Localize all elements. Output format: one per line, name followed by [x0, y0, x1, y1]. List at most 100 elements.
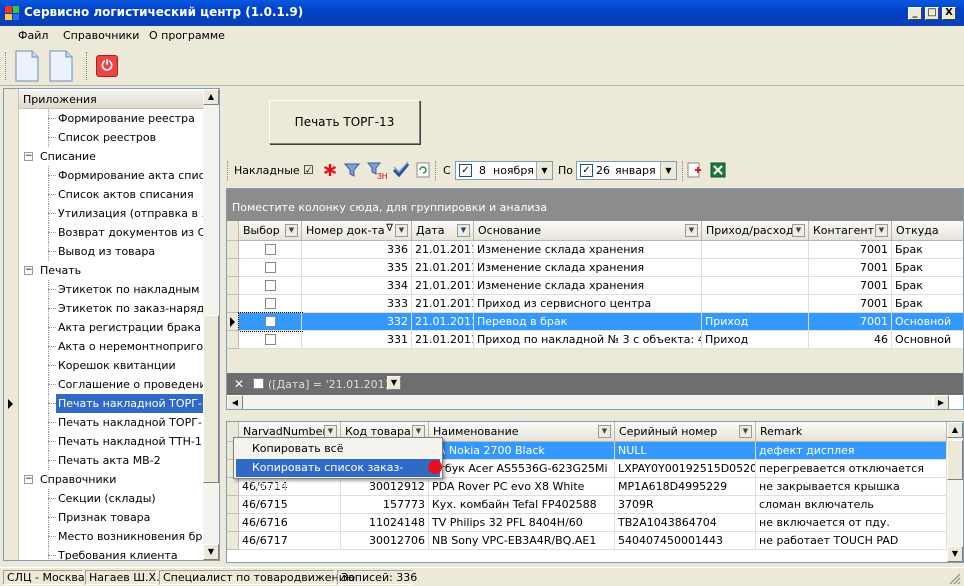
tree-item[interactable]: Печать накладной ТТН-1	[56, 432, 203, 451]
row-indicator[interactable]	[227, 478, 239, 496]
tree-item[interactable]: Печать	[38, 261, 203, 280]
row-checkbox[interactable]	[265, 244, 276, 255]
column-header[interactable]: Номер док-та ▼ ∇	[302, 221, 412, 241]
tree-item[interactable]: Справочники	[38, 470, 203, 489]
chevron-down-icon[interactable]: ▼	[285, 224, 298, 237]
row-indicator[interactable]	[227, 514, 239, 532]
row-indicator[interactable]	[227, 295, 239, 313]
row-checkbox[interactable]	[265, 262, 276, 273]
tree-item[interactable]: Этикеток по заказ-нарядам	[56, 299, 203, 318]
chevron-down-icon[interactable]: ▼	[598, 425, 611, 438]
row-checkbox[interactable]	[265, 298, 276, 309]
tree-item[interactable]: Этикеток по накладным	[56, 280, 203, 299]
tree-item[interactable]: Список реестров	[56, 128, 203, 147]
chevron-down-icon[interactable]: ▼	[387, 376, 401, 390]
tree-item[interactable]: Признак товара	[56, 508, 203, 527]
chevron-down-icon[interactable]: ▼	[536, 162, 552, 179]
menu-copy-all[interactable]: Копировать всё	[236, 440, 440, 458]
filter-icon[interactable]	[344, 162, 360, 178]
collapse-icon[interactable]: −	[24, 475, 33, 484]
tree-item[interactable]: Соглашение о проведени...	[56, 375, 203, 394]
tree-item[interactable]: Список актов списания	[56, 185, 203, 204]
select-cell[interactable]	[238, 312, 303, 332]
tree-item[interactable]: Акта о неремонтнопригo...	[56, 337, 203, 356]
resize-grip-icon[interactable]	[948, 572, 961, 585]
top-grid-hscrollbar[interactable]: ◀ ▶	[227, 395, 949, 409]
tree-scrollbar[interactable]: ▲ ▼	[203, 89, 219, 560]
tree-item[interactable]: Формирование реестра	[56, 109, 203, 128]
refresh-icon[interactable]	[416, 162, 430, 178]
collapse-icon[interactable]: −	[24, 266, 33, 275]
tree-item[interactable]: Место возникновения бр...	[56, 527, 203, 546]
tree-item[interactable]: Корешок квитанции	[56, 356, 203, 375]
tree-item[interactable]: Вывод из товара	[56, 242, 203, 261]
column-header[interactable]: Дата ▼	[412, 221, 474, 241]
select-cell[interactable]	[239, 331, 302, 349]
scroll-thumb[interactable]	[947, 440, 963, 480]
scroll-up-button[interactable]: ▲	[947, 422, 963, 438]
row-indicator[interactable]	[227, 259, 239, 277]
group-by-panel[interactable]: Поместите колонку сюда, для группировки …	[227, 189, 963, 221]
collapse-icon[interactable]: −	[24, 152, 33, 161]
chevron-down-icon[interactable]: ▼	[739, 425, 752, 438]
chevron-down-icon[interactable]: ▼	[792, 224, 805, 237]
menu-file[interactable]: Файл	[18, 29, 48, 42]
new-document-icon[interactable]	[14, 50, 40, 82]
power-icon[interactable]: ⏻	[96, 55, 118, 77]
close-filter-icon[interactable]: ✕	[234, 377, 244, 391]
tree-item[interactable]: Печать накладной ТОРГ-13	[56, 394, 203, 413]
tree-item[interactable]: Печать акта МВ-2	[56, 451, 203, 470]
chevron-down-icon[interactable]: ▼	[395, 224, 408, 237]
filterbar-grip[interactable]	[227, 161, 230, 181]
chevron-down-icon[interactable]: ▼	[457, 224, 470, 237]
date-to-checkbox[interactable]: ✓	[580, 164, 593, 177]
scroll-right-button[interactable]: ▶	[933, 395, 949, 409]
date-to-picker[interactable]: ✓ 26 января ▼	[576, 161, 677, 180]
tree-item[interactable]: Формирование акта спис...	[56, 166, 203, 185]
scroll-down-button[interactable]: ▼	[203, 544, 219, 560]
sort-descending-icon[interactable]: ∇	[386, 223, 393, 234]
minimize-button[interactable]: _	[908, 7, 922, 20]
row-indicator[interactable]	[227, 331, 239, 349]
tree-item[interactable]: Возврат документов из С...	[56, 223, 203, 242]
row-indicator[interactable]	[227, 496, 239, 514]
menu-about[interactable]: О программе	[149, 29, 225, 42]
row-indicator[interactable]	[227, 313, 239, 331]
excel-icon[interactable]	[710, 162, 726, 178]
row-checkbox[interactable]	[265, 334, 276, 345]
row-indicator[interactable]	[227, 532, 239, 550]
scroll-up-button[interactable]: ▲	[203, 89, 219, 105]
column-header[interactable]: Откуда	[892, 221, 963, 241]
tree-item[interactable]: Утилизация (отправка в ...	[56, 204, 203, 223]
date-from-checkbox[interactable]: ✓	[459, 164, 472, 177]
row-indicator[interactable]	[227, 241, 239, 259]
select-cell[interactable]	[239, 241, 302, 259]
row-checkbox[interactable]	[265, 280, 276, 291]
scroll-left-button[interactable]: ◀	[227, 395, 243, 409]
menu-copy-work-orders[interactable]: Копировать список заказ-нарядов	[236, 459, 440, 492]
checkmark-icon[interactable]	[392, 161, 410, 179]
tree-item[interactable]: Секции (склады)	[56, 489, 203, 508]
tree-item[interactable]: Требования клиента	[56, 546, 203, 560]
select-cell[interactable]	[239, 295, 302, 313]
select-cell[interactable]	[239, 277, 302, 295]
date-from-picker[interactable]: ✓ 8 ноября ▼	[455, 161, 553, 180]
asterisk-icon[interactable]	[323, 163, 337, 177]
toolbar-grip[interactable]	[5, 52, 8, 80]
scroll-thumb[interactable]	[203, 315, 219, 483]
chevron-down-icon[interactable]: ▼	[875, 224, 888, 237]
column-header[interactable]: Приход/расход ▼	[702, 221, 809, 241]
items-grid-vscrollbar[interactable]: ▲ ▼	[947, 422, 963, 562]
chevron-down-icon[interactable]: ▼	[685, 224, 698, 237]
column-header[interactable]: Контагент ▼	[809, 221, 892, 241]
tree-item[interactable]: Списание	[38, 147, 203, 166]
row-indicator[interactable]	[227, 277, 239, 295]
open-document-icon[interactable]	[48, 50, 74, 82]
tree-section-header[interactable]: Приложения	[19, 90, 203, 109]
column-header[interactable]: Выбор ▼	[239, 221, 302, 241]
column-header[interactable]: Наименование ▼	[429, 422, 615, 442]
export-pdf-icon[interactable]	[686, 162, 702, 178]
invoices-checkbox[interactable]: ☑	[303, 163, 314, 177]
close-button[interactable]: X	[942, 7, 956, 20]
menu-references[interactable]: Справочники	[63, 29, 139, 42]
